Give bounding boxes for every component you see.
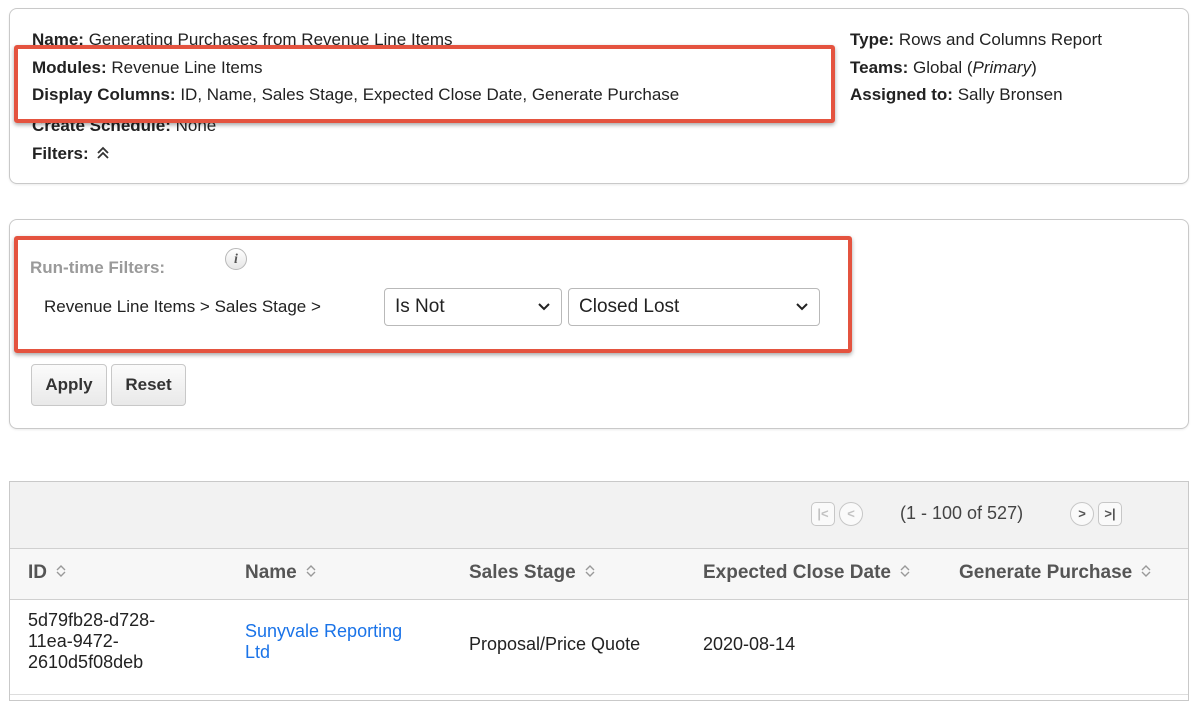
column-header-id[interactable]: ID <box>28 562 67 584</box>
info-icon[interactable]: i <box>225 248 247 270</box>
type-label: Type: <box>850 30 895 49</box>
teams-close-paren: ) <box>1031 58 1037 77</box>
record-name-link[interactable]: Sunyvale Reporting Ltd <box>245 621 402 663</box>
reset-button[interactable]: Reset <box>111 364 186 406</box>
report-name-label: Name: <box>32 30 84 49</box>
chevron-down-icon <box>795 289 809 338</box>
id-line: 2610d5f08deb <box>28 652 144 672</box>
column-header-label: ID <box>28 562 47 584</box>
report-create-schedule: Create Schedule: None <box>32 116 216 136</box>
teams-value: Global ( <box>913 58 973 77</box>
report-name: Name: Generating Purchases from Revenue … <box>32 30 453 50</box>
column-header-label: Expected Close Date <box>703 562 891 584</box>
report-display-columns: Display Columns: ID, Name, Sales Stage, … <box>32 85 679 105</box>
last-page-icon[interactable]: >| <box>1098 502 1122 526</box>
filter-field-path: Revenue Line Items > Sales Stage > <box>44 297 321 316</box>
id-line: 5d79fb28-d728- <box>28 610 156 630</box>
results-table: |< < (1 - 100 of 527) > >| ID Name Sales… <box>9 481 1189 701</box>
column-header-label: Sales Stage <box>469 562 576 584</box>
modules-label: Modules: <box>32 58 107 77</box>
name-line: Ltd <box>245 642 271 662</box>
filter-value-value: Closed Lost <box>579 296 680 317</box>
column-header-label: Name <box>245 562 297 584</box>
next-page-icon[interactable]: > <box>1070 502 1094 526</box>
cell-expected-close-date: 2020-08-14 <box>703 634 796 654</box>
name-line: Sunyvale Reporting <box>245 621 403 641</box>
sort-icon <box>305 562 317 584</box>
report-modules: Modules: Revenue Line Items <box>32 58 263 78</box>
column-header-generate-purchase[interactable]: Generate Purchase <box>959 562 1152 584</box>
sort-icon <box>899 562 911 584</box>
filter-operator-select[interactable]: Is Not <box>384 288 562 326</box>
pagination-range: (1 - 100 of 527) <box>900 503 1024 523</box>
chevron-down-icon <box>537 289 551 338</box>
report-filters: Filters: <box>32 144 110 165</box>
report-info-panel: Name: Generating Purchases from Revenue … <box>9 8 1189 184</box>
report-teams: Teams: Global (Primary) <box>850 58 1037 78</box>
assigned-to-value: Sally Bronsen <box>957 85 1063 104</box>
display-columns-label: Display Columns: <box>32 85 176 104</box>
create-schedule-label: Create Schedule: <box>32 116 171 135</box>
apply-button[interactable]: Apply <box>31 364 107 406</box>
assigned-to-label: Assigned to: <box>850 85 953 104</box>
filters-label: Filters: <box>32 144 89 163</box>
filter-operator-value: Is Not <box>395 296 445 317</box>
create-schedule-value: None <box>175 116 217 135</box>
report-assigned-to: Assigned to: Sally Bronsen <box>850 85 1063 105</box>
display-columns-value: ID, Name, Sales Stage, Expected Close Da… <box>180 85 680 104</box>
sort-icon <box>1140 562 1152 584</box>
id-line: 11ea-9472- <box>28 631 119 651</box>
highlight-box-report-details <box>14 45 835 123</box>
table-header: ID Name Sales Stage Expected Close Date … <box>10 549 1188 600</box>
pagination-bar: |< < (1 - 100 of 527) > >| <box>10 482 1188 549</box>
column-header-expected-close-date[interactable]: Expected Close Date <box>703 562 911 584</box>
sort-icon <box>55 562 67 584</box>
double-chevron-up-icon[interactable] <box>96 145 110 165</box>
previous-page-icon[interactable]: < <box>839 502 863 526</box>
type-value: Rows and Columns Report <box>898 30 1102 49</box>
column-header-name[interactable]: Name <box>245 562 317 584</box>
column-header-sales-stage[interactable]: Sales Stage <box>469 562 596 584</box>
sort-icon <box>584 562 596 584</box>
table-row: 5d79fb28-d728- 11ea-9472- 2610d5f08deb S… <box>10 600 1188 695</box>
runtime-filters-panel: Run-time Filters: i Revenue Line Items >… <box>9 219 1189 429</box>
teams-label: Teams: <box>850 58 909 77</box>
modules-value: Revenue Line Items <box>111 58 263 77</box>
cell-sales-stage: Proposal/Price Quote <box>469 634 641 654</box>
filter-value-select[interactable]: Closed Lost <box>568 288 820 326</box>
runtime-filters-title: Run-time Filters: <box>30 258 166 277</box>
report-name-value: Generating Purchases from Revenue Line I… <box>88 30 453 49</box>
first-page-icon[interactable]: |< <box>811 502 835 526</box>
column-header-label: Generate Purchase <box>959 562 1133 584</box>
cell-id: 5d79fb28-d728- 11ea-9472- 2610d5f08deb <box>28 610 155 673</box>
report-type: Type: Rows and Columns Report <box>850 30 1102 50</box>
teams-primary: Primary <box>972 58 1032 77</box>
